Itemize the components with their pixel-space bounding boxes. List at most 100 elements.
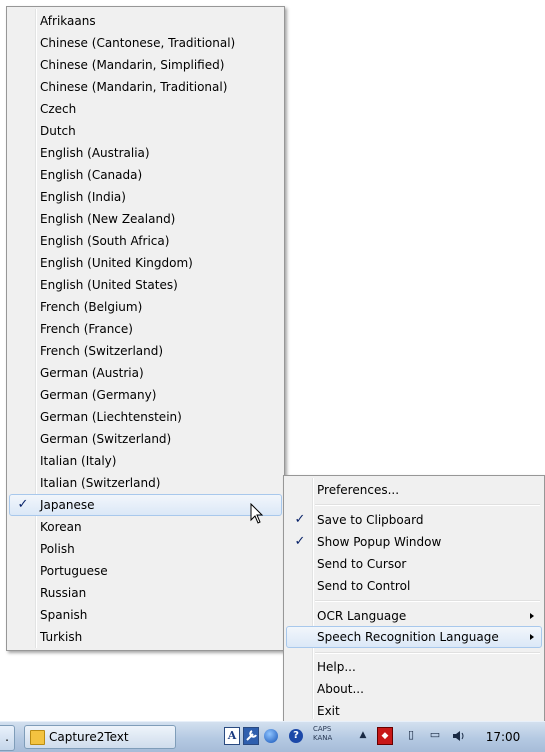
checkmark-icon: ✓ xyxy=(294,534,306,549)
caps-label: CAPS xyxy=(313,725,332,733)
language-item-label: Chinese (Cantonese, Traditional) xyxy=(40,36,236,50)
menu-item-help[interactable]: Help... xyxy=(286,656,542,678)
ime-globe-icon[interactable] xyxy=(264,729,278,743)
taskbar-app-capture2text[interactable]: Capture2Text xyxy=(24,725,176,749)
menu-item-exit[interactable]: Exit xyxy=(286,700,542,722)
language-item[interactable]: German (Liechtenstein) xyxy=(9,406,282,428)
language-item[interactable]: Italian (Switzerland) xyxy=(9,472,282,494)
language-item[interactable]: German (Germany) xyxy=(9,384,282,406)
language-item[interactable]: German (Austria) xyxy=(9,362,282,384)
language-item-label: French (Switzerland) xyxy=(40,344,164,358)
help-icon[interactable]: ? xyxy=(289,729,303,743)
menu-item-send-to-control[interactable]: Send to Control xyxy=(286,575,542,597)
language-item-label: English (India) xyxy=(40,190,126,204)
language-item[interactable]: Italian (Italy) xyxy=(9,450,282,472)
language-item[interactable]: English (United States) xyxy=(9,274,282,296)
language-item-label: German (Switzerland) xyxy=(40,432,172,446)
taskbar-left-button[interactable]: . xyxy=(0,725,15,751)
menu-item-show-popup-window[interactable]: ✓ Show Popup Window xyxy=(286,531,542,553)
ime-mode-icon[interactable]: A xyxy=(224,727,240,745)
menu-item-save-to-clipboard[interactable]: ✓ Save to Clipboard xyxy=(286,509,542,531)
language-item[interactable]: English (United Kingdom) xyxy=(9,252,282,274)
menu-item-about[interactable]: About... xyxy=(286,678,542,700)
language-item[interactable]: English (South Africa) xyxy=(9,230,282,252)
menu-item-label: Save to Clipboard xyxy=(317,513,424,527)
language-item[interactable]: English (Australia) xyxy=(9,142,282,164)
menu-item-preferences[interactable]: Preferences... xyxy=(286,479,542,501)
menu-item-speech-recognition-language[interactable]: Speech Recognition Language xyxy=(286,626,542,648)
submenu-arrow-icon xyxy=(530,634,534,640)
folder-icon xyxy=(30,730,45,745)
tray-expand-icon[interactable]: ▲ xyxy=(355,727,371,745)
menu-item-label: Send to Cursor xyxy=(317,557,407,571)
language-item-label: Russian xyxy=(40,586,87,600)
language-item-label: English (Canada) xyxy=(40,168,143,182)
ime-tool-icon[interactable] xyxy=(243,727,259,745)
language-item-label: Polish xyxy=(40,542,75,556)
language-item-label: Czech xyxy=(40,102,77,116)
language-item[interactable]: English (New Zealand) xyxy=(9,208,282,230)
language-item[interactable]: Korean xyxy=(9,516,282,538)
context-menu: Preferences... ✓ Save to Clipboard ✓ Sho… xyxy=(283,475,545,722)
menu-item-label: OCR Language xyxy=(317,609,407,623)
language-item-label: Japanese xyxy=(40,498,95,512)
language-item-label: Afrikaans xyxy=(40,14,96,28)
tray-app-icon[interactable]: ◆ xyxy=(377,727,393,745)
language-item-label: Korean xyxy=(40,520,82,534)
language-item[interactable]: Afrikaans xyxy=(9,10,282,32)
mouse-cursor-icon xyxy=(250,503,264,524)
menu-item-label: Speech Recognition Language xyxy=(317,630,499,644)
menu-item-send-to-cursor[interactable]: Send to Cursor xyxy=(286,553,542,575)
language-item[interactable]: Dutch xyxy=(9,120,282,142)
language-item[interactable]: Polish xyxy=(9,538,282,560)
language-item[interactable]: Chinese (Mandarin, Traditional) xyxy=(9,76,282,98)
language-item-label: Portuguese xyxy=(40,564,108,578)
kana-label: KANA xyxy=(313,734,333,742)
taskbar-clock[interactable]: 17:00 xyxy=(478,722,528,752)
language-item[interactable]: German (Switzerland) xyxy=(9,428,282,450)
language-item-label: English (United States) xyxy=(40,278,178,292)
checkmark-icon: ✓ xyxy=(294,512,306,527)
tray-network-icon[interactable]: ▭ xyxy=(427,727,443,745)
volume-icon[interactable] xyxy=(451,727,467,745)
language-item[interactable]: French (Belgium) xyxy=(9,296,282,318)
language-item-label: English (New Zealand) xyxy=(40,212,176,226)
menu-item-label: Help... xyxy=(317,660,356,674)
language-item-label: English (United Kingdom) xyxy=(40,256,193,270)
menu-separator xyxy=(315,504,540,506)
menu-item-label: Exit xyxy=(317,704,340,718)
language-item[interactable]: French (Switzerland) xyxy=(9,340,282,362)
language-item-label: English (South Africa) xyxy=(40,234,170,248)
language-item[interactable]: English (Canada) xyxy=(9,164,282,186)
menu-item-label: Preferences... xyxy=(317,483,400,497)
language-item[interactable]: Czech xyxy=(9,98,282,120)
language-item-label: English (Australia) xyxy=(40,146,150,160)
language-item-label: German (Liechtenstein) xyxy=(40,410,182,424)
language-item-label: Turkish xyxy=(40,630,83,644)
language-item-label: Dutch xyxy=(40,124,76,138)
language-item[interactable]: English (India) xyxy=(9,186,282,208)
language-item-label: German (Germany) xyxy=(40,388,157,402)
language-item[interactable]: Chinese (Mandarin, Simplified) xyxy=(9,54,282,76)
language-item-label: Chinese (Mandarin, Traditional) xyxy=(40,80,228,94)
language-item-label: Chinese (Mandarin, Simplified) xyxy=(40,58,225,72)
language-item-label: French (France) xyxy=(40,322,133,336)
language-item[interactable]: Spanish xyxy=(9,604,282,626)
checkmark-icon: ✓ xyxy=(17,497,29,512)
menu-item-label: About... xyxy=(317,682,364,696)
language-submenu: Afrikaans Chinese (Cantonese, Traditional… xyxy=(6,6,285,651)
menu-item-label: Send to Control xyxy=(317,579,411,593)
language-item[interactable]: Chinese (Cantonese, Traditional) xyxy=(9,32,282,54)
language-item[interactable]: ✓ Japanese xyxy=(9,494,282,516)
language-item-label: Italian (Italy) xyxy=(40,454,117,468)
language-item[interactable]: Russian xyxy=(9,582,282,604)
menu-item-label: Show Popup Window xyxy=(317,535,442,549)
tray-device-icon[interactable]: ▯ xyxy=(403,727,419,745)
language-item-label: German (Austria) xyxy=(40,366,144,380)
menu-item-ocr-language[interactable]: OCR Language xyxy=(286,605,542,627)
language-item-label: French (Belgium) xyxy=(40,300,143,314)
language-item[interactable]: Portuguese xyxy=(9,560,282,582)
language-item[interactable]: Turkish xyxy=(9,626,282,648)
menu-separator xyxy=(315,600,540,602)
language-item[interactable]: French (France) xyxy=(9,318,282,340)
